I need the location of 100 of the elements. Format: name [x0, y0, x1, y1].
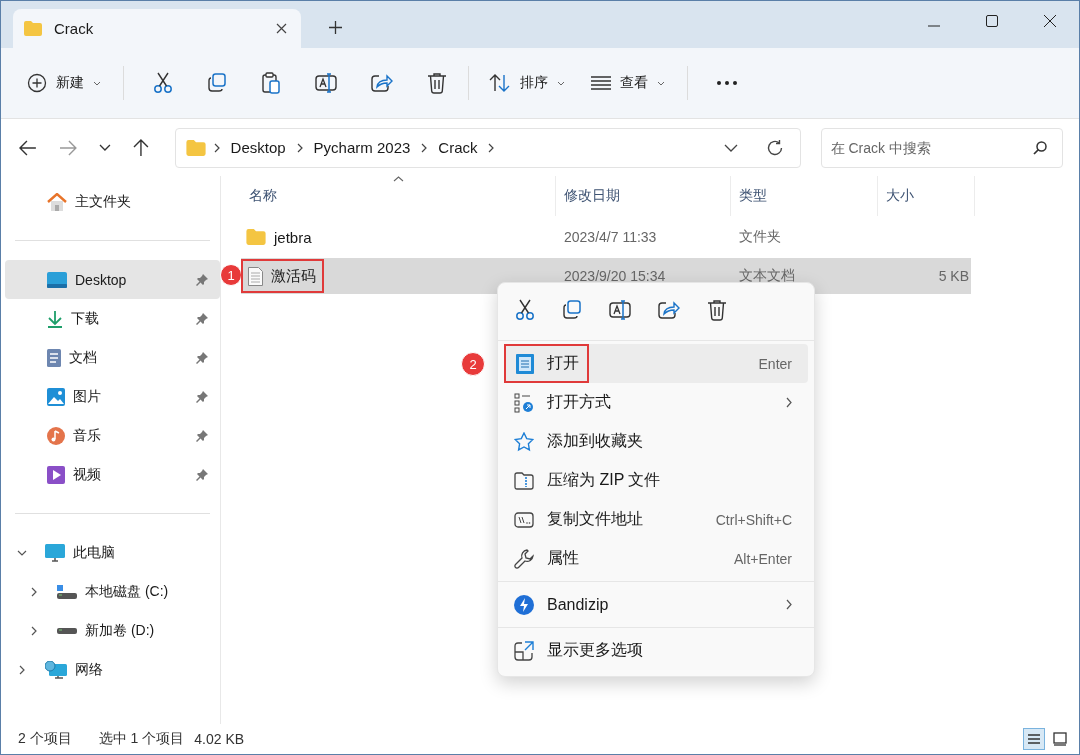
selection-size: 4.02 KB: [194, 731, 245, 747]
breadcrumb[interactable]: Desktop: [227, 139, 289, 156]
breadcrumb[interactable]: Pycharm 2023: [310, 139, 414, 156]
rename-icon[interactable]: [315, 73, 337, 93]
column-header[interactable]: 类型: [731, 176, 878, 216]
download-icon: [47, 309, 63, 328]
menu-item[interactable]: 添加到收藏夹: [504, 422, 808, 461]
pin-icon[interactable]: [196, 273, 208, 286]
pin-icon[interactable]: [196, 312, 208, 325]
details-view-icon[interactable]: [1023, 728, 1045, 750]
share-icon[interactable]: [371, 73, 393, 93]
computer-icon: [45, 543, 65, 562]
breadcrumb[interactable]: Crack: [435, 139, 481, 156]
video-icon: [47, 465, 65, 484]
pin-icon[interactable]: [196, 429, 208, 442]
more-icon[interactable]: [717, 81, 737, 85]
up-icon[interactable]: [132, 138, 149, 157]
file-name: jetbra: [274, 228, 312, 246]
cut-icon[interactable]: [515, 299, 535, 321]
chevron-down-icon[interactable]: [723, 143, 738, 152]
sort-icon: [489, 73, 511, 93]
chevron-right-icon: [213, 142, 220, 153]
table-cell-text: 文本文档: [738, 267, 796, 285]
pin-icon[interactable]: [196, 390, 208, 403]
shortcut-text: Alt+Enter: [734, 550, 792, 567]
close-icon[interactable]: [276, 23, 287, 34]
menu-item[interactable]: 压缩为 ZIP 文件: [504, 461, 808, 500]
chevron-right-icon: [421, 142, 428, 153]
tree-item[interactable]: 网络: [5, 650, 220, 689]
tree-item[interactable]: 新加卷 (D:): [5, 611, 220, 650]
sidebar-item[interactable]: 音乐: [5, 416, 220, 455]
copy-icon[interactable]: [207, 73, 227, 93]
paste-icon[interactable]: [261, 72, 281, 94]
desktop-icon: [47, 271, 67, 288]
sidebar-item[interactable]: Desktop: [5, 260, 220, 299]
delete-icon[interactable]: [707, 299, 727, 321]
menu-item[interactable]: 复制文件地址 Ctrl+Shift+C: [504, 500, 808, 539]
tree-item[interactable]: 此电脑: [5, 533, 220, 572]
add-tab-icon[interactable]: [329, 21, 342, 34]
home-icon: [47, 192, 67, 211]
expand-icon[interactable]: [29, 586, 39, 597]
file-row[interactable]: jetbra 2023/4/7 11:33 文件夹: [241, 219, 971, 255]
step-badge: 1: [220, 264, 242, 286]
sort-button[interactable]: 排序: [481, 67, 573, 99]
text-file-icon: [248, 266, 263, 286]
sidebar-item[interactable]: 主文件夹: [5, 182, 220, 221]
view-button[interactable]: 查看: [583, 68, 673, 98]
add-icon: [27, 73, 47, 93]
chevron-down-icon[interactable]: [98, 144, 111, 151]
drive-icon: [57, 627, 77, 634]
sidebar-item[interactable]: 文档: [5, 338, 220, 377]
expand-icon[interactable]: [17, 664, 27, 675]
column-header[interactable]: 大小: [878, 176, 975, 216]
chevron-right-icon: [296, 142, 303, 153]
pin-icon[interactable]: [196, 351, 208, 364]
column-header[interactable]: 修改日期: [556, 176, 731, 216]
menu-item[interactable]: Bandizip: [504, 585, 808, 624]
caret-icon: [93, 80, 101, 86]
window-tab[interactable]: Crack: [13, 9, 301, 48]
column-header[interactable]: 名称: [241, 176, 556, 216]
sidebar-item[interactable]: 下载: [5, 299, 220, 338]
menu-item[interactable]: 显示更多选项: [504, 631, 808, 670]
back-icon[interactable]: [19, 139, 37, 156]
search-icon: [1033, 140, 1047, 155]
menu-item[interactable]: 打开 Enter: [504, 344, 808, 383]
share-icon[interactable]: [658, 300, 680, 320]
drive-icon: [57, 584, 77, 599]
tree-item[interactable]: 本地磁盘 (C:): [5, 572, 220, 611]
caret-icon: [557, 80, 565, 86]
chevron-right-icon: [488, 142, 495, 153]
rename-icon[interactable]: [609, 300, 631, 320]
delete-icon[interactable]: [427, 72, 447, 94]
sidebar-item[interactable]: 视频: [5, 455, 220, 494]
maximize-icon[interactable]: [986, 15, 998, 27]
folder-icon: [246, 229, 266, 245]
search-field[interactable]: 在 Crack 中搜索: [820, 127, 1063, 168]
menu-item[interactable]: 属性 Alt+Enter: [504, 539, 808, 578]
table-cell-text: 2023/9/20 15:34: [563, 268, 667, 284]
open-with-icon: [514, 392, 534, 413]
wrench-icon: [514, 548, 534, 569]
menu-item[interactable]: 打开方式: [504, 383, 808, 422]
address-bar[interactable]: Desktop Pycharm 2023 Crack: [174, 127, 801, 168]
cut-icon[interactable]: [153, 72, 173, 94]
expand-icon[interactable]: [29, 625, 39, 636]
new-button[interactable]: 新建: [19, 67, 109, 99]
notepad-icon: [516, 353, 534, 374]
music-icon: [47, 426, 65, 445]
file-name: 激活码: [271, 266, 316, 286]
path-icon: [514, 511, 534, 528]
sort-ascending-icon: [393, 176, 404, 182]
shortcut-text: Enter: [758, 355, 792, 372]
copy-icon[interactable]: [562, 300, 582, 320]
more-options-icon: [514, 640, 534, 661]
refresh-icon[interactable]: [765, 138, 784, 157]
sidebar-item[interactable]: 图片: [5, 377, 220, 416]
forward-icon[interactable]: [58, 139, 77, 156]
pin-icon[interactable]: [196, 468, 208, 481]
picture-icon: [47, 387, 65, 406]
close-icon[interactable]: [1044, 15, 1056, 27]
item-count: 2 个项目: [18, 730, 72, 748]
